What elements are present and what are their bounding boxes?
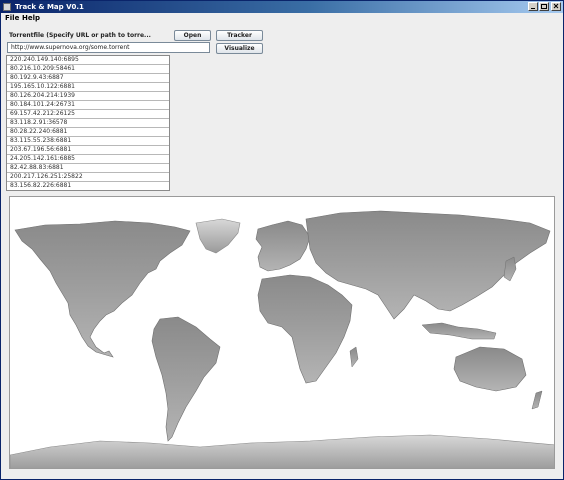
tracker-button[interactable]: Tracker [216, 30, 263, 41]
torrent-url-input[interactable]: http://www.supernova.org/some.torrent [7, 42, 210, 53]
minimize-button[interactable] [528, 2, 538, 11]
peer-list-item[interactable]: 82.42.88.83:6881 [7, 164, 169, 173]
peer-list-item[interactable]: 83.118.2.91:36578 [7, 119, 169, 128]
world-map[interactable] [9, 196, 555, 469]
peer-list-item[interactable]: 80.216.10.209:58461 [7, 65, 169, 74]
peer-list-item[interactable]: 195.165.10.122:6881 [7, 83, 169, 92]
peer-list-item[interactable]: 69.157.42.212:26125 [7, 110, 169, 119]
peer-list-item[interactable]: 83.156.82.226:6881 [7, 182, 169, 190]
peer-list-item[interactable]: 83.115.55.238:6881 [7, 137, 169, 146]
window-title: Track & Map V0.1 [15, 3, 84, 11]
world-map-image [10, 210, 554, 468]
peer-list-item[interactable]: 80.184.101.24:26731 [7, 101, 169, 110]
south-america-landmass [151, 316, 221, 442]
peer-list-item[interactable]: 200.217.126.251:25822 [7, 173, 169, 182]
open-button[interactable]: Open [174, 30, 211, 41]
greenland-landmass [195, 218, 241, 254]
app-icon [3, 3, 11, 11]
close-icon [553, 3, 559, 9]
peer-list-item[interactable]: 80.126.204.214:1939 [7, 92, 169, 101]
australia-landmass [453, 346, 527, 392]
title-bar[interactable]: Track & Map V0.1 [1, 1, 563, 13]
new-zealand-landmass [531, 390, 543, 410]
maximize-icon [541, 4, 547, 9]
menu-bar: File Help [1, 13, 563, 24]
peer-list-item[interactable]: 80.28.22.240:6881 [7, 128, 169, 137]
peer-list-item[interactable]: 220.240.149.140:6895 [7, 56, 169, 65]
peer-list-item[interactable]: 24.205.142.161:6885 [7, 155, 169, 164]
menu-file[interactable]: File [5, 13, 19, 24]
peer-list[interactable]: 220.240.149.140:6895 80.216.10.209:58461 8… [6, 55, 170, 191]
antarctica-landmass [10, 434, 554, 468]
menu-help[interactable]: Help [22, 13, 40, 24]
peer-list-item[interactable]: 80.192.9.43:6887 [7, 74, 169, 83]
madagascar-landmass [349, 346, 359, 368]
torrent-label: Torrentfile (Specify URL or path to torr… [9, 32, 151, 39]
peer-list-item[interactable]: 203.67.196.56:6881 [7, 146, 169, 155]
close-button[interactable] [551, 2, 561, 11]
maximize-button[interactable] [539, 2, 549, 11]
minimize-icon [531, 8, 535, 9]
indonesia-islands [421, 322, 497, 340]
africa-landmass [257, 274, 353, 384]
visualize-button[interactable]: Visualize [216, 43, 263, 54]
europe-landmass [255, 220, 311, 272]
app-window: Track & Map V0.1 File Help Torrentfile (… [0, 0, 564, 480]
